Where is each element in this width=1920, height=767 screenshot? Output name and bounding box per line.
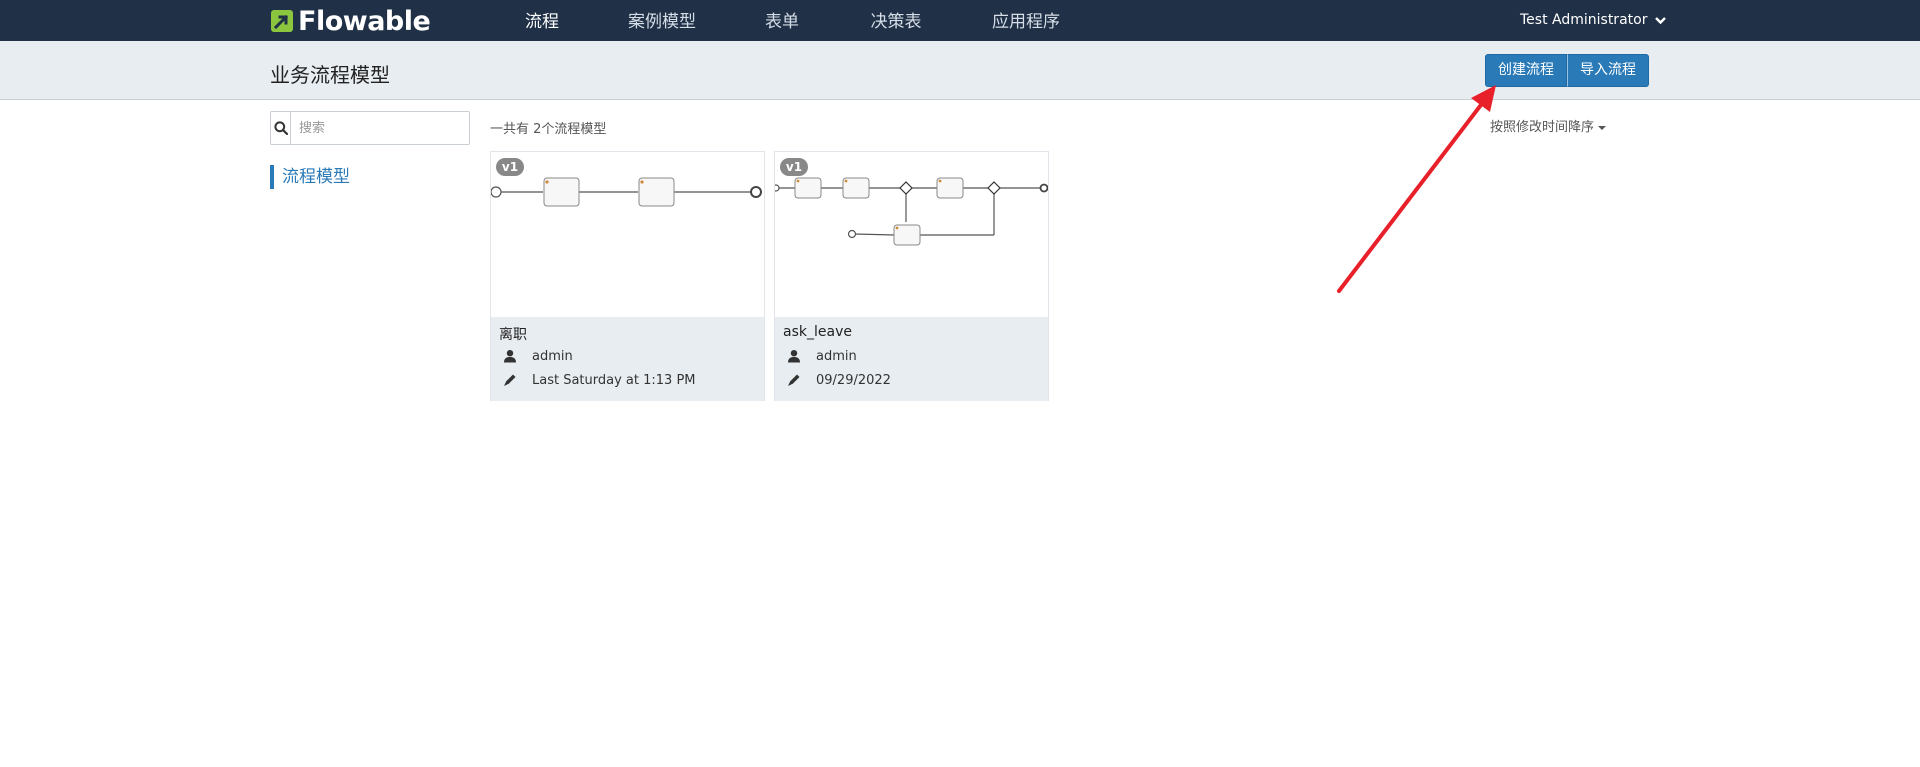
user-icon xyxy=(788,350,800,363)
model-owner-row: admin xyxy=(503,347,573,365)
sort-dropdown[interactable]: 按照修改时间降序 xyxy=(1490,116,1607,135)
sort-label: 按照修改时间降序 xyxy=(1490,120,1595,135)
nav-tab-apps[interactable]: 应用程序 xyxy=(990,0,1062,41)
model-info: ask_leave admin 09/29/2022 xyxy=(775,317,1048,401)
nav-tab-case-models[interactable]: 案例模型 xyxy=(624,0,700,41)
pencil-icon xyxy=(788,374,800,386)
user-name: Test Administrator xyxy=(1520,12,1648,28)
page-title: 业务流程模型 xyxy=(270,63,390,87)
model-owner: admin xyxy=(532,348,573,364)
top-navbar: Flowable 流程 案例模型 表单 决策表 应用程序 Test Admini… xyxy=(0,0,1920,41)
flowable-logo[interactable]: Flowable xyxy=(270,5,431,37)
header-actions: 创建流程 导入流程 xyxy=(1485,54,1649,87)
model-info: 离职 admin Last Saturday at 1:13 PM xyxy=(491,317,764,401)
model-count: 一共有 2个流程模型 xyxy=(490,122,607,137)
user-icon xyxy=(504,350,516,363)
search-box xyxy=(270,111,470,145)
search-button[interactable] xyxy=(271,112,291,144)
model-thumbnail: v1 xyxy=(491,152,764,317)
import-process-button[interactable]: 导入流程 xyxy=(1567,54,1649,87)
nav-tab-processes[interactable]: 流程 xyxy=(520,0,564,41)
chevron-down-icon xyxy=(1655,16,1666,24)
sidebar-item-process-models[interactable]: 流程模型 xyxy=(270,165,350,189)
version-badge: v1 xyxy=(496,158,524,176)
user-menu[interactable]: Test Administrator xyxy=(1520,12,1666,28)
model-thumbnail: v1 xyxy=(775,152,1048,317)
search-input[interactable] xyxy=(291,112,469,144)
model-name: 离职 xyxy=(499,327,527,343)
model-modified: 09/29/2022 xyxy=(816,372,891,388)
model-owner-row: admin xyxy=(787,347,857,365)
nav-tab-forms[interactable]: 表单 xyxy=(762,0,802,41)
pencil-icon xyxy=(504,374,516,386)
model-modified: Last Saturday at 1:13 PM xyxy=(532,372,696,388)
create-process-button[interactable]: 创建流程 xyxy=(1485,54,1567,87)
model-card[interactable]: v1 离职 admin Last Saturday at 1:13 PM xyxy=(490,151,765,401)
caret-down-icon xyxy=(1598,125,1607,130)
model-modified-row: 09/29/2022 xyxy=(787,371,891,389)
version-badge: v1 xyxy=(780,158,808,176)
nav-tab-decision-tables[interactable]: 决策表 xyxy=(868,0,924,41)
model-modified-row: Last Saturday at 1:13 PM xyxy=(503,371,696,389)
logo-mark-icon xyxy=(271,10,293,32)
model-owner: admin xyxy=(816,348,857,364)
model-name: ask_leave xyxy=(783,324,852,340)
process-diagram xyxy=(775,177,1048,246)
process-diagram xyxy=(491,177,762,207)
model-card[interactable]: v1 ask_leave admin 09/29/2022 xyxy=(774,151,1049,401)
logo-text: Flowable xyxy=(298,5,431,37)
search-icon xyxy=(273,121,288,135)
